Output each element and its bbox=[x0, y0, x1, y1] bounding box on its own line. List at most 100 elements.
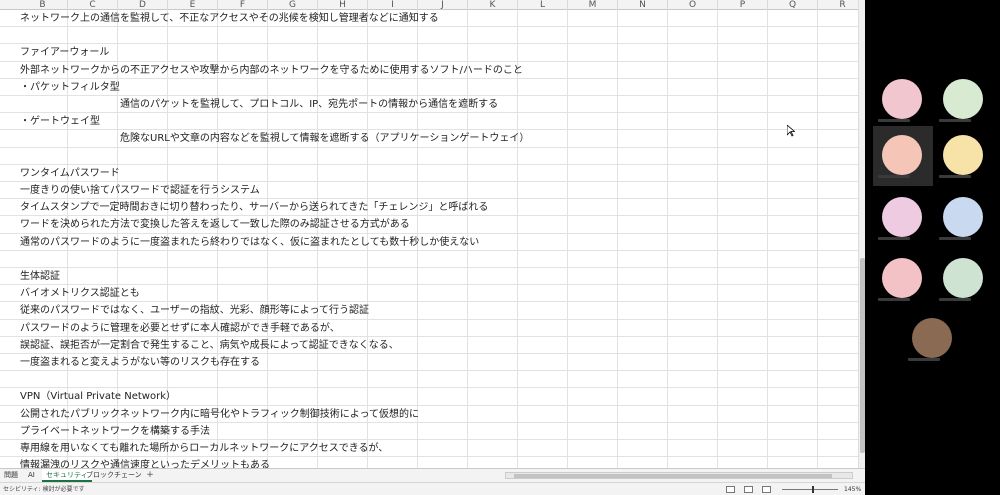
cell-text[interactable]: 従来のパスワードではなく、ユーザーの指紋、光彩、顔形等によって行う認証 bbox=[19, 302, 369, 319]
sheet-row[interactable]: バイオメトリクス認証とも bbox=[0, 285, 858, 303]
cell-text[interactable]: 一度盗まれると変えようがない等のリスクも存在する bbox=[19, 354, 260, 371]
sheet-row[interactable]: 一度きりの使い捨てパスワードで認証を行うシステム bbox=[0, 182, 858, 200]
column-header-p[interactable]: P bbox=[718, 0, 768, 10]
cell-text[interactable]: 通常のパスワードのように一度盗まれたら終わりではなく、仮に盗まれたとしても数十秒… bbox=[19, 234, 479, 251]
normal-view-icon[interactable] bbox=[726, 486, 735, 493]
column-header-h[interactable]: H bbox=[318, 0, 368, 10]
sheet-row[interactable]: 専用線を用いなくても離れた場所からローカルネットワークにアクセスできるが、 bbox=[0, 440, 858, 458]
participant-avatar[interactable] bbox=[943, 135, 983, 175]
cell-text[interactable]: ワンタイムパスワード bbox=[19, 165, 120, 182]
cell-text[interactable]: 専用線を用いなくても離れた場所からローカルネットワークにアクセスできるが、 bbox=[19, 440, 388, 457]
cell-text[interactable]: 外部ネットワークからの不正アクセスや攻撃から内部のネットワークを守るために使用す… bbox=[19, 62, 523, 79]
add-sheet-button[interactable]: + bbox=[144, 469, 156, 482]
column-header-d[interactable]: D bbox=[118, 0, 168, 10]
cell-text[interactable] bbox=[19, 27, 20, 44]
sheet-row[interactable] bbox=[0, 27, 858, 45]
column-header-j[interactable]: J bbox=[418, 0, 468, 10]
sheet-row[interactable]: VPN（Virtual Private Network） bbox=[0, 388, 858, 406]
sheet-row[interactable] bbox=[0, 251, 858, 268]
participant-avatar[interactable] bbox=[912, 318, 952, 358]
sheet-row[interactable]: 通常のパスワードのように一度盗まれたら終わりではなく、仮に盗まれたとしても数十秒… bbox=[0, 234, 858, 251]
cell-text[interactable]: ・パケットフィルタ型 bbox=[19, 79, 120, 96]
cell-text[interactable]: 誤認証、誤拒否が一定割合で発生すること、病気や成長によって認証できなくなる、 bbox=[19, 337, 399, 354]
participant-name-label bbox=[908, 358, 940, 361]
cell-text[interactable]: タイムスタンプで一定時間おきに切り替わったり、サーバーから送られてきた「チェレン… bbox=[19, 199, 488, 216]
participant-name-label bbox=[939, 237, 971, 240]
column-header-m[interactable]: M bbox=[568, 0, 618, 10]
sheet-row[interactable]: ワードを決められた方法で変換した答えを返して一致した際のみ認証させる方式がある bbox=[0, 216, 858, 234]
column-header-f[interactable]: F bbox=[218, 0, 268, 10]
sheet-row[interactable]: 一度盗まれると変えようがない等のリスクも存在する bbox=[0, 354, 858, 372]
sheet-row[interactable]: ファイアーウォール bbox=[0, 44, 858, 62]
column-header-o[interactable]: O bbox=[668, 0, 718, 10]
column-header-b[interactable]: B bbox=[18, 0, 68, 10]
cell-text[interactable]: 公開されたパブリックネットワーク内に暗号化やトラフィック制御技術によって仮想的に bbox=[19, 406, 419, 423]
sheet-row[interactable]: 情報漏洩のリスクや通信速度といったデメリットもある bbox=[0, 457, 858, 468]
cell-text[interactable]: プライベートネットワークを構築する手法 bbox=[19, 423, 210, 440]
participant-name-label bbox=[939, 119, 971, 122]
sheet-tab[interactable]: 問題 bbox=[0, 469, 22, 482]
participant-avatar[interactable] bbox=[882, 135, 922, 175]
cell-text[interactable]: ・ゲートウェイ型 bbox=[19, 113, 100, 130]
column-header-e[interactable]: E bbox=[168, 0, 218, 10]
zoom-slider[interactable] bbox=[782, 489, 838, 490]
participant-avatar[interactable] bbox=[943, 197, 983, 237]
sheet-row[interactable]: 通信のパケットを監視して、プロトコル、IP、宛先ポートの情報から通信を遮断する bbox=[0, 96, 858, 114]
column-header-g[interactable]: G bbox=[268, 0, 318, 10]
participant-avatar[interactable] bbox=[882, 197, 922, 237]
accessibility-status[interactable]: セシビリティ: 検討が必要です bbox=[3, 483, 85, 495]
sheet-row[interactable]: 生体認証 bbox=[0, 268, 858, 286]
horizontal-scrollbar[interactable] bbox=[505, 472, 853, 479]
cell-text[interactable]: VPN（Virtual Private Network） bbox=[19, 388, 176, 405]
cell-text[interactable]: 一度きりの使い捨てパスワードで認証を行うシステム bbox=[19, 182, 260, 199]
sheet-row[interactable]: ワンタイムパスワード bbox=[0, 165, 858, 182]
cell-text[interactable]: ファイアーウォール bbox=[19, 44, 109, 61]
page-layout-view-icon[interactable] bbox=[744, 486, 753, 493]
sheet-row[interactable] bbox=[0, 371, 858, 389]
sheet-tab[interactable]: AI bbox=[24, 469, 39, 482]
sheet-row[interactable]: 従来のパスワードではなく、ユーザーの指紋、光彩、顔形等によって行う認証 bbox=[0, 302, 858, 320]
column-header-q[interactable]: Q bbox=[768, 0, 818, 10]
cell-text[interactable]: 生体認証 bbox=[19, 268, 60, 285]
sheet-row[interactable]: プライベートネットワークを構築する手法 bbox=[0, 423, 858, 440]
sheet-row[interactable]: タイムスタンプで一定時間おきに切り替わったり、サーバーから送られてきた「チェレン… bbox=[0, 199, 858, 217]
sheet-tab[interactable]: ブロックチェーン bbox=[82, 469, 146, 482]
column-header-n[interactable]: N bbox=[618, 0, 668, 10]
sheet-row[interactable] bbox=[0, 148, 858, 165]
cell-text[interactable]: 情報漏洩のリスクや通信速度といったデメリットもある bbox=[19, 457, 270, 468]
sheet-row[interactable]: パスワードのように管理を必要とせずに本人確認ができ手軽であるが、 bbox=[0, 320, 858, 337]
cell-text[interactable]: ワードを決められた方法で変換した答えを返して一致した際のみ認証させる方式がある bbox=[19, 216, 410, 233]
sheet-row[interactable]: 外部ネットワークからの不正アクセスや攻撃から内部のネットワークを守るために使用す… bbox=[0, 62, 858, 79]
cell-text[interactable]: 通信のパケットを監視して、プロトコル、IP、宛先ポートの情報から通信を遮断する bbox=[119, 96, 498, 113]
participant-avatar[interactable] bbox=[943, 258, 983, 298]
zoom-slider-thumb[interactable] bbox=[812, 486, 814, 493]
column-header-i[interactable]: I bbox=[368, 0, 418, 10]
cell-text[interactable] bbox=[19, 371, 20, 388]
horizontal-scroll-thumb[interactable] bbox=[514, 474, 832, 478]
participant-avatar[interactable] bbox=[882, 79, 922, 119]
cell-text[interactable] bbox=[19, 148, 20, 165]
cell-text[interactable]: ネットワーク上の通信を監視して、不正なアクセスやその兆候を検知し管理者などに通知… bbox=[19, 10, 439, 27]
column-header-c[interactable]: C bbox=[68, 0, 118, 10]
sheet-row[interactable]: 誤認証、誤拒否が一定割合で発生すること、病気や成長によって認証できなくなる、 bbox=[0, 337, 858, 354]
cell-text[interactable]: パスワードのように管理を必要とせずに本人確認ができ手軽であるが、 bbox=[19, 320, 340, 337]
participant-avatar[interactable] bbox=[882, 258, 922, 298]
sheet-row[interactable]: ネットワーク上の通信を監視して、不正なアクセスやその兆候を検知し管理者などに通知… bbox=[0, 10, 858, 28]
mouse-cursor-icon bbox=[787, 125, 795, 137]
sheet-row[interactable]: 危険なURLや文章の内容などを監視して情報を遮断する（アプリケーションゲートウェ… bbox=[0, 130, 858, 148]
sheet-row[interactable]: 公開されたパブリックネットワーク内に暗号化やトラフィック制御技術によって仮想的に bbox=[0, 406, 858, 423]
cell-text[interactable]: バイオメトリクス認証とも bbox=[19, 285, 140, 302]
zoom-level[interactable]: 145% bbox=[844, 483, 861, 495]
vertical-scrollbar[interactable] bbox=[858, 0, 865, 468]
sheet-row[interactable]: ・パケットフィルタ型 bbox=[0, 79, 858, 96]
cell-text[interactable] bbox=[19, 251, 20, 268]
participant-name-label bbox=[939, 298, 971, 301]
page-break-view-icon[interactable] bbox=[762, 486, 771, 493]
cell-grid[interactable]: ネットワーク上の通信を監視して、不正なアクセスやその兆候を検知し管理者などに通知… bbox=[0, 10, 858, 468]
sheet-row[interactable]: ・ゲートウェイ型 bbox=[0, 113, 858, 131]
column-header-l[interactable]: L bbox=[518, 0, 568, 10]
participant-name-label bbox=[878, 237, 910, 240]
cell-text[interactable]: 危険なURLや文章の内容などを監視して情報を遮断する（アプリケーションゲートウェ… bbox=[119, 130, 529, 147]
column-header-k[interactable]: K bbox=[468, 0, 518, 10]
participant-avatar[interactable] bbox=[943, 79, 983, 119]
